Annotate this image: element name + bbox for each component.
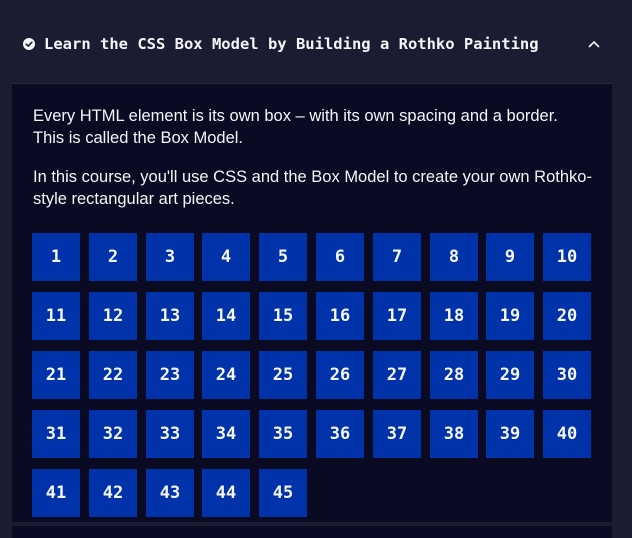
step-box[interactable]: 3: [146, 233, 194, 281]
check-circle-icon: [23, 38, 35, 50]
step-box[interactable]: 8: [430, 233, 478, 281]
step-box[interactable]: 11: [32, 292, 80, 340]
step-box[interactable]: 26: [316, 351, 364, 399]
step-box[interactable]: 23: [146, 351, 194, 399]
course-panel: Learn the CSS Box Model by Building a Ro…: [12, 9, 612, 538]
course-description-1: Every HTML element is its own box – with…: [33, 107, 558, 147]
step-box[interactable]: 13: [146, 292, 194, 340]
step-box[interactable]: 9: [486, 233, 534, 281]
step-box[interactable]: 29: [486, 351, 534, 399]
step-box[interactable]: 28: [430, 351, 478, 399]
step-box[interactable]: 38: [430, 410, 478, 458]
step-box[interactable]: 34: [202, 410, 250, 458]
step-box[interactable]: 14: [202, 292, 250, 340]
step-box[interactable]: 15: [259, 292, 307, 340]
step-box[interactable]: 37: [373, 410, 421, 458]
step-box[interactable]: 5: [259, 233, 307, 281]
step-box[interactable]: 33: [146, 410, 194, 458]
step-box[interactable]: 4: [202, 233, 250, 281]
step-box[interactable]: 32: [89, 410, 137, 458]
step-box[interactable]: 45: [259, 469, 307, 517]
step-box[interactable]: 10: [543, 233, 591, 281]
step-box[interactable]: 36: [316, 410, 364, 458]
panel-divider: [12, 522, 612, 526]
step-box[interactable]: 30: [543, 351, 591, 399]
step-box[interactable]: 6: [316, 233, 364, 281]
step-box[interactable]: 43: [146, 469, 194, 517]
course-header-toggle[interactable]: Learn the CSS Box Model by Building a Ro…: [12, 9, 612, 84]
step-box[interactable]: 31: [32, 410, 80, 458]
step-box[interactable]: 24: [202, 351, 250, 399]
step-box[interactable]: 20: [543, 292, 591, 340]
step-box[interactable]: 22: [89, 351, 137, 399]
step-box[interactable]: 17: [373, 292, 421, 340]
step-box[interactable]: 40: [543, 410, 591, 458]
chevron-up-icon[interactable]: [588, 40, 600, 48]
step-box[interactable]: 35: [259, 410, 307, 458]
step-box[interactable]: 1: [32, 233, 80, 281]
step-box[interactable]: 7: [373, 233, 421, 281]
step-box[interactable]: 12: [89, 292, 137, 340]
course-title: Learn the CSS Box Model by Building a Ro…: [44, 35, 539, 53]
step-box[interactable]: 42: [89, 469, 137, 517]
step-box[interactable]: 27: [373, 351, 421, 399]
step-box[interactable]: 25: [259, 351, 307, 399]
step-box[interactable]: 2: [89, 233, 137, 281]
step-box[interactable]: 18: [430, 292, 478, 340]
step-box[interactable]: 39: [486, 410, 534, 458]
step-box[interactable]: 41: [32, 469, 80, 517]
step-box[interactable]: 19: [486, 292, 534, 340]
course-description-2: In this course, you'll use CSS and the B…: [33, 168, 592, 208]
step-box[interactable]: 16: [316, 292, 364, 340]
step-box[interactable]: 44: [202, 469, 250, 517]
step-box[interactable]: 21: [32, 351, 80, 399]
